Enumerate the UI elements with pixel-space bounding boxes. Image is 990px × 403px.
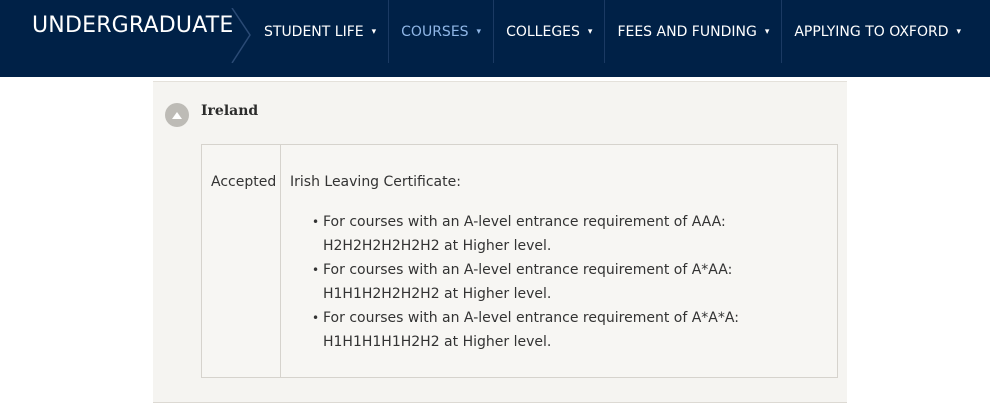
caret-down-icon: ▾ bbox=[371, 26, 377, 37]
nav-fees-and-funding[interactable]: FEES AND FUNDING ▾ bbox=[605, 0, 783, 63]
requirements-table: Accepted Irish Leaving Certificate: • Fo… bbox=[201, 144, 838, 378]
bullet-icon: • bbox=[312, 311, 320, 325]
nav-label: COURSES bbox=[401, 23, 469, 40]
nav-courses[interactable]: COURSES ▾ bbox=[389, 0, 495, 63]
requirement-condition: For courses with an A-level entrance req… bbox=[323, 214, 726, 230]
qualification-name: Irish Leaving Certificate: bbox=[290, 174, 461, 190]
caret-down-icon: ▾ bbox=[476, 26, 482, 37]
nav-colleges[interactable]: COLLEGES ▾ bbox=[494, 0, 606, 63]
main-nav: STUDENT LIFE ▾ COURSES ▾ COLLEGES ▾ FEES… bbox=[252, 0, 973, 63]
requirement-grades: H1H1H2H2H2H2 at Higher level. bbox=[323, 286, 552, 302]
requirement-condition: For courses with an A-level entrance req… bbox=[323, 310, 739, 326]
qualification-cell: Irish Leaving Certificate: • For courses… bbox=[290, 174, 820, 354]
nav-label: APPLYING TO OXFORD bbox=[794, 23, 949, 40]
accordion-title[interactable]: Ireland bbox=[201, 103, 258, 119]
site-header: UNDERGRADUATE STUDENT LIFE ▾ COURSES ▾ C… bbox=[0, 0, 990, 77]
caret-down-icon: ▾ bbox=[956, 26, 962, 37]
bullet-icon: • bbox=[312, 263, 320, 277]
requirement-condition: For courses with an A-level entrance req… bbox=[323, 262, 733, 278]
nav-label: FEES AND FUNDING bbox=[617, 23, 757, 40]
chevron-divider-icon bbox=[231, 8, 251, 63]
collapse-toggle-icon[interactable] bbox=[165, 103, 189, 127]
status-cell: Accepted bbox=[211, 174, 277, 190]
column-divider bbox=[280, 145, 281, 377]
list-item: • For courses with an A-level entrance r… bbox=[290, 306, 820, 354]
requirement-grades: H2H2H2H2H2H2 at Higher level. bbox=[323, 238, 552, 254]
nav-student-life[interactable]: STUDENT LIFE ▾ bbox=[252, 0, 390, 63]
caret-down-icon: ▾ bbox=[587, 26, 593, 37]
list-item: • For courses with an A-level entrance r… bbox=[290, 210, 820, 258]
caret-down-icon: ▾ bbox=[764, 26, 770, 37]
site-brand[interactable]: UNDERGRADUATE bbox=[32, 13, 234, 38]
list-item: • For courses with an A-level entrance r… bbox=[290, 258, 820, 306]
nav-label: COLLEGES bbox=[506, 23, 580, 40]
requirement-grades: H1H1H1H1H2H2 at Higher level. bbox=[323, 334, 552, 350]
bullet-icon: • bbox=[312, 215, 320, 229]
nav-label: STUDENT LIFE bbox=[264, 23, 364, 40]
requirements-list: • For courses with an A-level entrance r… bbox=[290, 210, 820, 354]
triangle-up-icon bbox=[172, 111, 182, 119]
nav-applying-to-oxford[interactable]: APPLYING TO OXFORD ▾ bbox=[782, 0, 973, 63]
